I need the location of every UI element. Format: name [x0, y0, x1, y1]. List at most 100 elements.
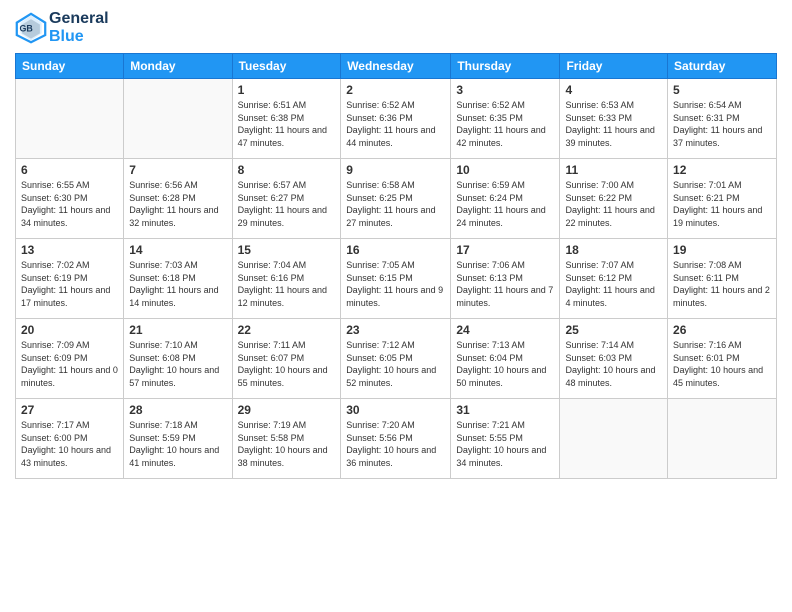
day-info: Sunrise: 7:21 AMSunset: 5:55 PMDaylight:…: [456, 419, 554, 469]
calendar-day-header: Thursday: [451, 54, 560, 79]
calendar-day-cell: 8 Sunrise: 6:57 AMSunset: 6:27 PMDaylight…: [232, 159, 341, 239]
logo-icon: GB: [15, 12, 47, 44]
calendar-day-cell: 23 Sunrise: 7:12 AMSunset: 6:05 PMDayligh…: [341, 319, 451, 399]
day-info: Sunrise: 7:18 AMSunset: 5:59 PMDaylight:…: [129, 419, 226, 469]
day-number: 27: [21, 403, 118, 417]
calendar-day-cell: 2 Sunrise: 6:52 AMSunset: 6:36 PMDaylight…: [341, 79, 451, 159]
calendar-day-cell: 4Sunrise: 6:53 AMSunset: 6:33 PMDaylight…: [560, 79, 668, 159]
day-info: Sunrise: 6:53 AMSunset: 6:33 PMDaylight:…: [565, 99, 662, 149]
day-number: 2: [346, 83, 445, 97]
day-number: 30: [346, 403, 445, 417]
calendar-day-cell: 11Sunrise: 7:00 AMSunset: 6:22 PMDayligh…: [560, 159, 668, 239]
calendar-day-cell: 13Sunrise: 7:02 AMSunset: 6:19 PMDayligh…: [16, 239, 124, 319]
day-number: 20: [21, 323, 118, 337]
day-number: 18: [565, 243, 662, 257]
day-info: Sunrise: 7:12 AMSunset: 6:05 PMDaylight:…: [346, 339, 445, 389]
calendar-day-header: Tuesday: [232, 54, 341, 79]
calendar-day-cell: 27 Sunrise: 7:17 AMSunset: 6:00 PMDayligh…: [16, 399, 124, 479]
calendar-day-cell: 25Sunrise: 7:14 AMSunset: 6:03 PMDayligh…: [560, 319, 668, 399]
calendar-day-cell: 19Sunrise: 7:08 AMSunset: 6:11 PMDayligh…: [668, 239, 777, 319]
day-number: 12: [673, 163, 771, 177]
calendar-week-row: 1 Sunrise: 6:51 AMSunset: 6:38 PMDaylight…: [16, 79, 777, 159]
calendar-day-cell: 1 Sunrise: 6:51 AMSunset: 6:38 PMDaylight…: [232, 79, 341, 159]
calendar-day-header: Saturday: [668, 54, 777, 79]
day-number: 28: [129, 403, 226, 417]
day-number: 14: [129, 243, 226, 257]
day-number: 29: [238, 403, 336, 417]
day-number: 16: [346, 243, 445, 257]
day-info: Sunrise: 7:07 AMSunset: 6:12 PMDaylight:…: [565, 259, 662, 309]
calendar-day-cell: 22 Sunrise: 7:11 AMSunset: 6:07 PMDayligh…: [232, 319, 341, 399]
calendar-day-header: Friday: [560, 54, 668, 79]
calendar-day-cell: [16, 79, 124, 159]
calendar-week-row: 27 Sunrise: 7:17 AMSunset: 6:00 PMDayligh…: [16, 399, 777, 479]
calendar-day-cell: 26Sunrise: 7:16 AMSunset: 6:01 PMDayligh…: [668, 319, 777, 399]
calendar-day-cell: 31 Sunrise: 7:21 AMSunset: 5:55 PMDayligh…: [451, 399, 560, 479]
calendar-day-cell: [124, 79, 232, 159]
day-info: Sunrise: 7:14 AMSunset: 6:03 PMDaylight:…: [565, 339, 662, 389]
day-info: Sunrise: 6:57 AMSunset: 6:27 PMDaylight:…: [238, 179, 336, 229]
calendar-day-header: Wednesday: [341, 54, 451, 79]
calendar-day-header: Monday: [124, 54, 232, 79]
day-number: 7: [129, 163, 226, 177]
day-number: 26: [673, 323, 771, 337]
day-number: 31: [456, 403, 554, 417]
day-info: Sunrise: 7:03 AMSunset: 6:18 PMDaylight:…: [129, 259, 226, 309]
calendar-day-cell: 30 Sunrise: 7:20 AMSunset: 5:56 PMDayligh…: [341, 399, 451, 479]
calendar-day-cell: 14 Sunrise: 7:03 AMSunset: 6:18 PMDayligh…: [124, 239, 232, 319]
calendar-day-cell: [560, 399, 668, 479]
calendar-day-cell: 6 Sunrise: 6:55 AMSunset: 6:30 PMDaylight…: [16, 159, 124, 239]
day-info: Sunrise: 7:06 AMSunset: 6:13 PMDaylight:…: [456, 259, 554, 309]
calendar-day-cell: 12Sunrise: 7:01 AMSunset: 6:21 PMDayligh…: [668, 159, 777, 239]
calendar-day-cell: 10 Sunrise: 6:59 AMSunset: 6:24 PMDayligh…: [451, 159, 560, 239]
calendar-day-cell: 24 Sunrise: 7:13 AMSunset: 6:04 PMDayligh…: [451, 319, 560, 399]
day-info: Sunrise: 6:52 AMSunset: 6:36 PMDaylight:…: [346, 99, 445, 149]
day-number: 15: [238, 243, 336, 257]
page: GB General Blue SundayMondayTuesdayWedne…: [0, 0, 792, 612]
calendar-day-cell: 29 Sunrise: 7:19 AMSunset: 5:58 PMDayligh…: [232, 399, 341, 479]
day-number: 10: [456, 163, 554, 177]
day-info: Sunrise: 7:10 AMSunset: 6:08 PMDaylight:…: [129, 339, 226, 389]
calendar-day-header: Sunday: [16, 54, 124, 79]
calendar-day-cell: 17 Sunrise: 7:06 AMSunset: 6:13 PMDayligh…: [451, 239, 560, 319]
logo: GB General Blue: [15, 10, 109, 45]
day-number: 3: [456, 83, 554, 97]
calendar-day-cell: 20Sunrise: 7:09 AMSunset: 6:09 PMDayligh…: [16, 319, 124, 399]
day-number: 1: [238, 83, 336, 97]
day-info: Sunrise: 6:56 AMSunset: 6:28 PMDaylight:…: [129, 179, 226, 229]
day-info: Sunrise: 7:13 AMSunset: 6:04 PMDaylight:…: [456, 339, 554, 389]
calendar-day-cell: 15Sunrise: 7:04 AMSunset: 6:16 PMDayligh…: [232, 239, 341, 319]
calendar-week-row: 20Sunrise: 7:09 AMSunset: 6:09 PMDayligh…: [16, 319, 777, 399]
calendar-day-cell: 3 Sunrise: 6:52 AMSunset: 6:35 PMDaylight…: [451, 79, 560, 159]
day-number: 8: [238, 163, 336, 177]
day-number: 5: [673, 83, 771, 97]
svg-text:GB: GB: [19, 23, 32, 33]
calendar-week-row: 6 Sunrise: 6:55 AMSunset: 6:30 PMDaylight…: [16, 159, 777, 239]
calendar-day-cell: 9Sunrise: 6:58 AMSunset: 6:25 PMDaylight…: [341, 159, 451, 239]
calendar-day-cell: 28 Sunrise: 7:18 AMSunset: 5:59 PMDayligh…: [124, 399, 232, 479]
day-info: Sunrise: 7:11 AMSunset: 6:07 PMDaylight:…: [238, 339, 336, 389]
day-info: Sunrise: 6:52 AMSunset: 6:35 PMDaylight:…: [456, 99, 554, 149]
day-info: Sunrise: 7:17 AMSunset: 6:00 PMDaylight:…: [21, 419, 118, 469]
day-number: 13: [21, 243, 118, 257]
day-info: Sunrise: 7:00 AMSunset: 6:22 PMDaylight:…: [565, 179, 662, 229]
day-info: Sunrise: 6:59 AMSunset: 6:24 PMDaylight:…: [456, 179, 554, 229]
day-info: Sunrise: 7:08 AMSunset: 6:11 PMDaylight:…: [673, 259, 771, 309]
calendar-day-cell: 5Sunrise: 6:54 AMSunset: 6:31 PMDaylight…: [668, 79, 777, 159]
day-number: 6: [21, 163, 118, 177]
day-info: Sunrise: 7:20 AMSunset: 5:56 PMDaylight:…: [346, 419, 445, 469]
day-number: 21: [129, 323, 226, 337]
day-number: 22: [238, 323, 336, 337]
calendar-week-row: 13Sunrise: 7:02 AMSunset: 6:19 PMDayligh…: [16, 239, 777, 319]
day-info: Sunrise: 6:55 AMSunset: 6:30 PMDaylight:…: [21, 179, 118, 229]
day-number: 24: [456, 323, 554, 337]
calendar-day-cell: [668, 399, 777, 479]
calendar-day-cell: 16Sunrise: 7:05 AMSunset: 6:15 PMDayligh…: [341, 239, 451, 319]
calendar-header-row: SundayMondayTuesdayWednesdayThursdayFrid…: [16, 54, 777, 79]
day-number: 23: [346, 323, 445, 337]
calendar-day-cell: 21 Sunrise: 7:10 AMSunset: 6:08 PMDayligh…: [124, 319, 232, 399]
day-number: 9: [346, 163, 445, 177]
day-info: Sunrise: 6:51 AMSunset: 6:38 PMDaylight:…: [238, 99, 336, 149]
day-number: 17: [456, 243, 554, 257]
day-info: Sunrise: 7:19 AMSunset: 5:58 PMDaylight:…: [238, 419, 336, 469]
